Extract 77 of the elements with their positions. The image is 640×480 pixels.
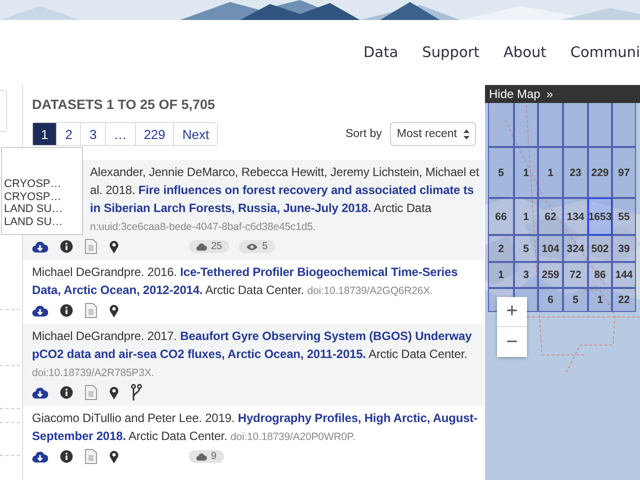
sort-label: Sort by (345, 128, 382, 140)
citation: Alexander, Jennie DeMarco, Rebecca Hewitt, Jeremy Lichstein, Michael et al. 2018. Fire influences on forest recovery and associated climate ts in Siberian Larch Forests, Russia, June-July 2018. Arctic Data n:uuid:3ce6caa8-bede-4047-8baf-c6d38e45c1d5. (90, 164, 480, 235)
filter-option[interactable]: CRYOSP… (2, 190, 82, 203)
view-count: 5 (239, 240, 275, 253)
map-grid-cell[interactable]: 5 (514, 235, 538, 262)
map-grid-cell[interactable]: 324 (563, 235, 588, 262)
filter-option[interactable]: LAND SU… (2, 216, 82, 228)
filter-option[interactable]: CRYOSP… (2, 178, 82, 190)
page-button[interactable]: Next (173, 123, 218, 145)
citation: Michael DeGrandpre. 2017. Beaufort Gyre Observing System (BGOS) Underway pCO2 data and air-sea CO2 fluxes, Arctic Ocean, 2011-2015. Arctic Data Center. doi:10.18739/A2R785P3X. (32, 328, 473, 381)
download-count: 25 (189, 240, 230, 253)
eye-icon (246, 242, 258, 250)
map-grid-cell[interactable]: 55 (612, 198, 636, 235)
map-grid-cell[interactable]: 86 (588, 262, 612, 288)
map-grid-cell[interactable]: 1 (514, 198, 538, 235)
nav-link[interactable]: Communi (570, 45, 640, 61)
document-icon[interactable] (85, 385, 97, 400)
map-grid-cell[interactable]: 1 (588, 288, 612, 312)
map-grid-cell[interactable] (588, 100, 612, 147)
info-icon[interactable] (60, 304, 73, 317)
nav-link[interactable]: Data (364, 45, 398, 61)
map-grid-cell[interactable]: 502 (588, 235, 612, 262)
sort-select[interactable]: Most recent (390, 122, 476, 146)
map-pin-icon[interactable] (109, 304, 119, 318)
map-grid-cell[interactable]: 22 (612, 288, 636, 312)
citation: Michael DeGrandpre. 2016. Ice-Tethered Profiler Biogeochemical Time-Series Data, Arctic Ocean, 2012-2014. Arctic Data Center. doi:10.18739/A2GQ6R26X. (32, 264, 459, 299)
document-icon[interactable] (85, 303, 97, 318)
map-grid-cell[interactable]: 39 (612, 235, 636, 262)
info-icon[interactable] (60, 450, 73, 463)
map-grid-cell[interactable] (538, 100, 563, 147)
download-count: 9 (189, 450, 224, 463)
page-button[interactable]: 1 (33, 123, 56, 145)
nav-link[interactable]: About (503, 45, 546, 61)
map-grid-cell[interactable]: 144 (612, 262, 636, 288)
zoom-in-button[interactable]: + (497, 297, 527, 327)
map-grid-cell[interactable]: 259 (538, 262, 563, 288)
branch-icon[interactable] (131, 384, 142, 402)
map-grid-cell[interactable]: 1 (538, 147, 563, 198)
map-grid-cell[interactable]: 6 (538, 288, 563, 312)
sort-arrows-icon (463, 128, 470, 140)
map-toggle[interactable]: Hide Map » (485, 85, 640, 103)
cloud-download-icon[interactable] (32, 450, 48, 463)
map-grid-cell[interactable]: 5 (563, 288, 588, 312)
map-grid-cell[interactable] (514, 100, 538, 147)
document-icon[interactable] (85, 449, 97, 464)
map-grid-cell[interactable]: 72 (563, 262, 588, 288)
map-grid-cell[interactable]: 104 (538, 235, 563, 262)
cloud-icon (196, 242, 207, 250)
map-grid-cell[interactable] (488, 100, 514, 147)
cloud-download-icon[interactable] (32, 304, 48, 317)
document-icon[interactable] (85, 239, 97, 254)
map-grid-cell[interactable]: 1 (514, 147, 538, 198)
results-heading: DATASETS 1 TO 25 OF 5,705 (32, 97, 216, 112)
map-grid-cell[interactable]: 3 (514, 262, 538, 288)
map-grid-cell[interactable]: 1 (488, 262, 514, 288)
map-grid-cell[interactable] (612, 100, 636, 147)
map-grid-cell[interactable]: 62 (538, 198, 563, 235)
map-grid-cell[interactable]: 2 (488, 235, 514, 262)
map-grid-cell[interactable]: 97 (612, 147, 636, 198)
map-grid-cell[interactable]: 134 (563, 198, 588, 235)
map-pin-icon[interactable] (109, 386, 119, 400)
map-pin-icon[interactable] (109, 450, 119, 464)
map-grid-cell[interactable]: 5 (488, 147, 514, 198)
citation: Giacomo DiTullio and Peter Lee. 2019. Hydrography Profiles, High Arctic, August-September 2018. Arctic Data Center. doi:10.18739/A20P0WR0P. (32, 410, 478, 445)
info-icon[interactable] (60, 386, 73, 399)
cloud-download-icon[interactable] (32, 386, 48, 399)
info-icon[interactable] (60, 240, 73, 253)
map-grid-cell[interactable] (563, 100, 588, 147)
cloud-icon (196, 452, 207, 460)
cloud-download-icon[interactable] (32, 240, 48, 253)
map-grid-cell[interactable]: 229 (588, 147, 612, 198)
map-grid-cell[interactable]: 66 (488, 198, 514, 235)
map-grid-cell[interactable]: 23 (563, 147, 588, 198)
zoom-out-button[interactable]: − (497, 327, 527, 357)
nav-link[interactable]: Support (422, 45, 480, 61)
map-pin-icon[interactable] (109, 240, 119, 254)
filter-option[interactable]: LAND SU… (2, 203, 82, 216)
